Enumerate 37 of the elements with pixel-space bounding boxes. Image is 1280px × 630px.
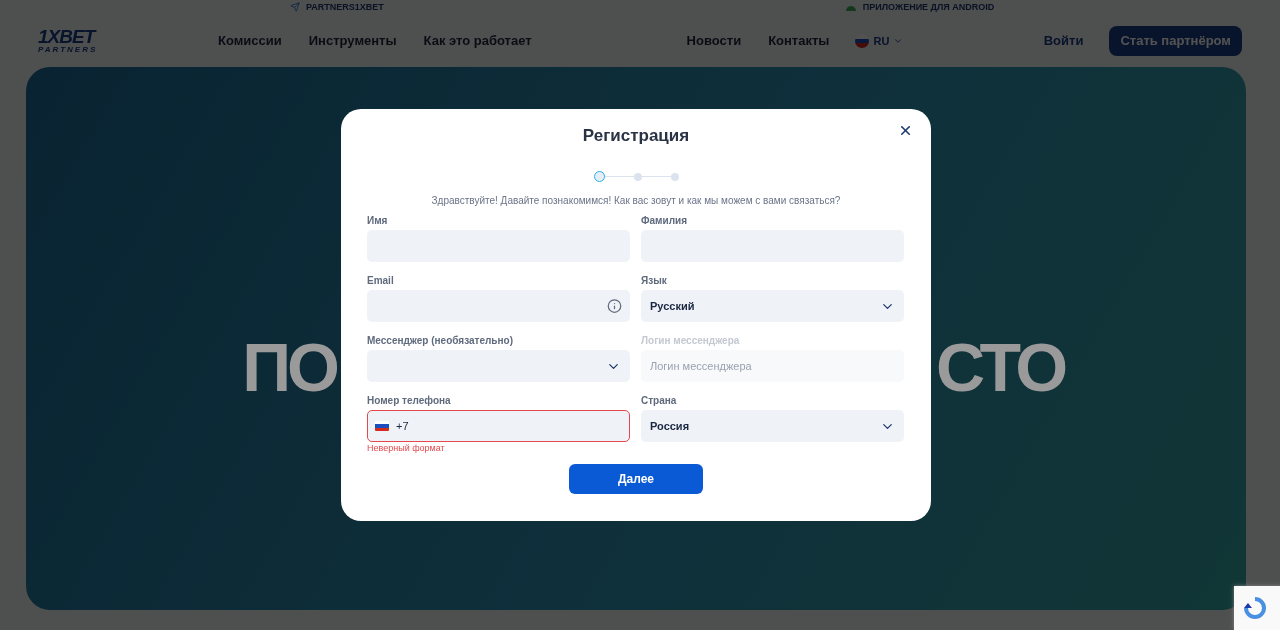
input-field[interactable]	[367, 290, 630, 322]
field-label: Страна	[641, 395, 677, 406]
input-field[interactable]: +7	[367, 410, 630, 442]
next-button[interactable]: Далее	[569, 464, 703, 494]
dialog-subtitle: Здравствуйте! Давайте познакомимся! Как вас зовут и как мы можем с вами связаться?	[431, 195, 841, 206]
dialog-title: Регистрация	[582, 126, 690, 146]
nav-link[interactable]: Новости	[686, 33, 742, 48]
nav-link[interactable]: Комиссии	[218, 33, 282, 48]
flag-icon	[375, 421, 389, 431]
nav-link[interactable]: Контакты	[768, 33, 830, 48]
telegram-icon	[290, 2, 300, 12]
select-field[interactable]	[367, 350, 630, 382]
language-selector[interactable]: RU	[855, 33, 904, 48]
error-message: Неверный формат	[367, 443, 445, 453]
field-label: Логин мессенджера	[641, 335, 740, 346]
info-icon	[607, 298, 622, 314]
hero-heading: ПО	[242, 333, 336, 401]
select-field[interactable]: Россия	[641, 410, 904, 442]
close-icon[interactable]	[898, 123, 913, 138]
top-link[interactable]: PARTNERS1XBET	[290, 0, 384, 14]
hero-heading: СТО	[936, 333, 1065, 401]
select-field[interactable]: Русский	[641, 290, 904, 322]
field-label: Фамилия	[641, 215, 687, 226]
flag-icon	[855, 33, 870, 48]
login-link[interactable]: Войти	[1043, 33, 1084, 48]
field-label: Имя	[367, 215, 388, 226]
recaptcha-icon	[1242, 595, 1268, 621]
field-label: Номер телефона	[367, 395, 451, 406]
field-label: Язык	[641, 275, 667, 286]
logo[interactable]: 1XBET PARTNERS	[38, 27, 218, 54]
top-link[interactable]: ПРИЛОЖЕНИЕ ДЛЯ ANDROID	[844, 0, 995, 14]
become-partner-button[interactable]: Стать партнёром	[1109, 25, 1242, 56]
android-icon	[844, 3, 857, 11]
nav-link[interactable]: Инструменты	[308, 33, 397, 48]
nav-link[interactable]: Как это работает	[423, 33, 532, 48]
field-label: Мессенджер (необязательно)	[367, 335, 513, 346]
field-label: Email	[367, 275, 394, 286]
